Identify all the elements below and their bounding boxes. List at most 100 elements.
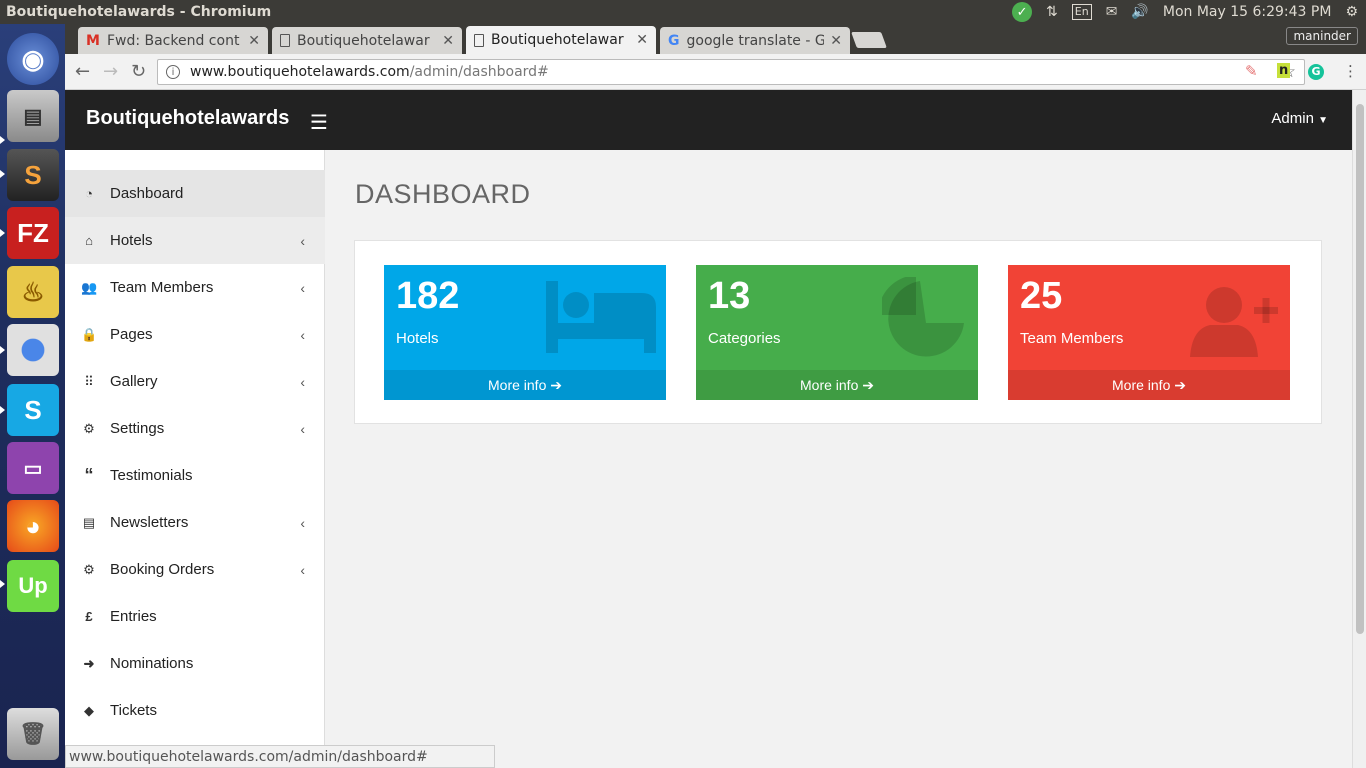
sidebar-item-label: Entries <box>110 608 157 625</box>
reload-button[interactable]: ↻ <box>131 61 146 82</box>
sidebar-item-team-members[interactable]: 👥 Team Members ‹ <box>65 264 325 311</box>
ubuntu-dash-icon[interactable]: ◉ <box>7 33 59 85</box>
tab-google-translate[interactable]: G google translate - G ✕ <box>660 27 850 54</box>
back-button[interactable]: ← <box>75 61 90 82</box>
chevron-left-icon: ‹ <box>300 420 305 437</box>
volume-icon[interactable]: 🔊 <box>1131 4 1148 20</box>
window-title: Boutiquehotelawards - Chromium <box>6 4 272 20</box>
running-indicator-icon <box>0 170 5 178</box>
tab-boutique-1[interactable]: Boutiquehotelawar ✕ <box>272 27 462 54</box>
skype-icon[interactable]: S <box>7 384 59 436</box>
sidebar-item-label: Pages <box>110 326 153 343</box>
stat-number: 182 <box>396 275 460 317</box>
document-icon <box>474 33 484 47</box>
extension-n-icon[interactable]: n <box>1277 63 1291 78</box>
sidebar-item-testimonials[interactable]: “ Testimonials <box>65 452 325 499</box>
admin-label: Admin <box>1271 110 1314 127</box>
settings-gear-icon[interactable]: ⚙ <box>1345 4 1358 20</box>
menu-icon[interactable]: ⋮ <box>1343 62 1358 80</box>
browser-toolbar: ← → ↻ i www.boutiquehotelawards.com/admi… <box>65 54 1366 90</box>
update-check-icon[interactable]: ✓ <box>1012 2 1033 22</box>
url-path: /admin/dashboard# <box>409 64 549 80</box>
close-icon[interactable]: ✕ <box>830 33 842 49</box>
close-icon[interactable]: ✕ <box>636 32 648 48</box>
sidebar-item-gallery[interactable]: ⠿ Gallery ‹ <box>65 358 325 405</box>
users-icon: 👥 <box>81 279 98 295</box>
keyboard-language[interactable]: En <box>1071 4 1092 20</box>
clock[interactable]: Mon May 15 6:29:43 PM <box>1163 4 1332 20</box>
sidebar-item-settings[interactable]: ⚙ Settings ‹ <box>65 405 325 452</box>
close-icon[interactable]: ✕ <box>248 33 260 49</box>
forward-button[interactable]: → <box>103 61 118 82</box>
sidebar-item-dashboard[interactable]: ◔ Dashboard <box>65 170 325 217</box>
close-icon[interactable]: ✕ <box>442 33 454 49</box>
stat-box-team-members: 25 Team Members More info ➔ <box>1008 265 1290 400</box>
more-info-link[interactable]: More info ➔ <box>696 370 978 400</box>
running-indicator-icon <box>0 346 5 354</box>
network-icon[interactable]: ⇅ <box>1046 4 1058 20</box>
lock-icon: 🔒 <box>81 326 98 342</box>
chevron-left-icon: ‹ <box>300 514 305 531</box>
page-scrollbar[interactable] <box>1352 90 1366 768</box>
sidebar-item-pages[interactable]: 🔒 Pages ‹ <box>65 311 325 358</box>
address-bar[interactable]: i www.boutiquehotelawards.com/admin/dash… <box>157 59 1305 85</box>
profile-button[interactable]: maninder <box>1286 27 1358 45</box>
chevron-left-icon: ‹ <box>300 326 305 343</box>
main-content: DASHBOARD 182 Hotels More info ➔ 13 Cate… <box>326 150 1352 768</box>
admin-user-menu[interactable]: Admin ▼ <box>1271 110 1328 127</box>
sidebar-item-booking-orders[interactable]: ⚙ Booking Orders ‹ <box>65 546 325 593</box>
pie-chart-icon <box>882 277 964 357</box>
grid-icon: ⠿ <box>84 373 94 389</box>
tab-label: Boutiquehotelawar <box>491 32 624 48</box>
sidebar-item-label: Booking Orders <box>110 561 215 578</box>
stat-number: 13 <box>708 275 751 317</box>
chevron-left-icon: ‹ <box>300 561 305 578</box>
extension-icon[interactable]: ✎ <box>1245 62 1258 80</box>
sidebar-item-nominations[interactable]: ➜ Nominations <box>65 640 325 687</box>
filezilla-icon[interactable]: FZ <box>7 207 59 259</box>
sidebar-item-newsletters[interactable]: ▤ Newsletters ‹ <box>65 499 325 546</box>
new-tab-button[interactable] <box>851 32 887 48</box>
tab-gmail[interactable]: M Fwd: Backend cont ✕ <box>78 27 268 54</box>
stat-label: Team Members <box>1020 330 1124 347</box>
sidebar-item-entries[interactable]: £ Entries <box>65 593 325 640</box>
stat-box-hotels: 182 Hotels More info ➔ <box>384 265 666 400</box>
gears-icon: ⚙ <box>83 420 95 436</box>
more-info-link[interactable]: More info ➔ <box>1008 370 1290 400</box>
teapot-app-icon[interactable]: ♨ <box>7 266 59 318</box>
running-indicator-icon <box>0 406 5 414</box>
trash-icon[interactable]: 🗑 <box>7 708 59 760</box>
firefox-icon[interactable]: ◕ <box>7 500 59 552</box>
running-indicator-icon <box>0 580 5 588</box>
page-title: DASHBOARD <box>355 179 531 209</box>
sidebar-item-hotels[interactable]: ⌂ Hotels ‹ <box>65 217 325 264</box>
gears-icon: ⚙ <box>83 561 95 577</box>
hamburger-menu-icon[interactable]: ☰ <box>310 110 328 134</box>
upwork-icon[interactable]: Up <box>7 560 59 612</box>
brand-logo[interactable]: Boutiquehotelawards <box>86 107 289 130</box>
grammarly-icon[interactable]: G <box>1308 64 1324 80</box>
site-info-icon[interactable]: i <box>166 65 180 79</box>
gmail-icon: M <box>86 32 100 49</box>
stat-label: Categories <box>708 330 781 347</box>
scrollbar-thumb[interactable] <box>1356 104 1364 634</box>
stat-label: Hotels <box>396 330 439 347</box>
sidebar-item-label: Team Members <box>110 279 214 296</box>
tab-label: google translate - G <box>686 32 825 49</box>
chromium-icon[interactable] <box>7 324 59 376</box>
file-manager-icon[interactable]: ▤ <box>7 90 59 142</box>
stats-panel: 182 Hotels More info ➔ 13 Categories Mor… <box>354 240 1322 424</box>
sidebar-item-label: Dashboard <box>110 185 184 202</box>
dashboard-icon: ◔ <box>85 186 93 201</box>
more-info-link[interactable]: More info ➔ <box>384 370 666 400</box>
arrow-circle-right-icon: ➔ <box>550 376 562 393</box>
sidebar-item-tickets[interactable]: ◆ Tickets <box>65 687 325 734</box>
window-app-icon[interactable]: ▭ <box>7 442 59 494</box>
sublime-text-icon[interactable]: S <box>7 149 59 201</box>
sidebar-item-label: Newsletters <box>110 514 189 531</box>
newspaper-icon: ▤ <box>82 514 96 530</box>
mail-icon[interactable]: ✉ <box>1106 4 1118 20</box>
url-host: www.boutiquehotelawards.com <box>190 64 410 80</box>
tab-boutique-active[interactable]: Boutiquehotelawar ✕ <box>466 26 656 54</box>
sidebar-item-label: Nominations <box>110 655 194 672</box>
